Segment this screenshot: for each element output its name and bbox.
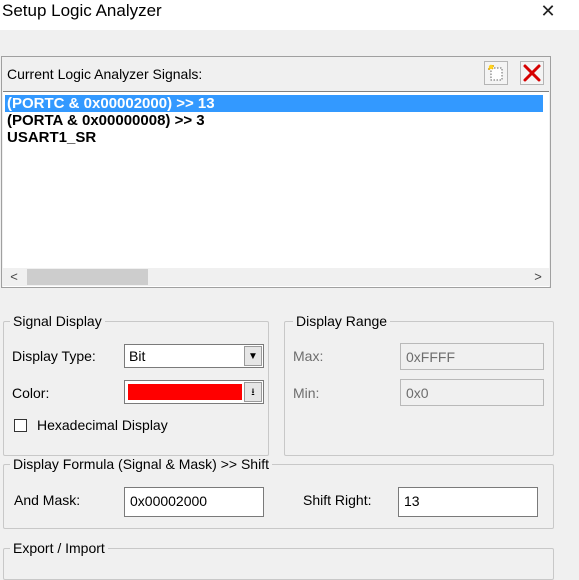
signals-header-label: Current Logic Analyzer Signals: [7,66,203,82]
export-import-legend: Export / Import [10,540,108,557]
hex-display-label: Hexadecimal Display [37,417,168,433]
title-bar: Setup Logic Analyzer ✕ [0,0,579,30]
display-formula-group: Display Formula (Signal & Mask) >> Shift… [3,456,554,529]
down-arrow-icon[interactable]: ⭳ [244,382,262,402]
chevron-down-icon[interactable]: ▼ [244,346,262,366]
display-range-group: Display Range Max: 0xFFFF Min: 0x0 [284,313,554,456]
and-mask-label: And Mask: [14,492,81,508]
scroll-left-button[interactable]: < [5,268,23,286]
signal-list-item[interactable]: USART1_SR [5,129,98,146]
signals-listbox[interactable]: (PORTC & 0x00002000) >> 13 (PORTA & 0x00… [3,91,549,287]
delete-signal-button[interactable] [520,61,544,85]
close-button[interactable]: ✕ [536,0,560,22]
shift-right-field[interactable]: 13 [398,487,538,517]
max-label: Max: [293,348,324,364]
display-type-select[interactable]: Bit ▼ [124,344,264,368]
delete-icon [523,64,541,82]
export-import-group: Export / Import [3,540,554,580]
window-title: Setup Logic Analyzer [2,1,162,20]
signal-list-item[interactable]: (PORTA & 0x00000008) >> 3 [5,112,207,129]
shift-right-label: Shift Right: [303,492,372,508]
display-type-label: Display Type: [12,348,96,364]
horizontal-scrollbar[interactable]: < > [3,268,549,286]
color-select[interactable]: ⭳ [124,380,264,404]
min-label: Min: [293,385,320,401]
new-signal-icon [488,64,503,81]
display-type-value: Bit [129,348,146,364]
new-signal-button[interactable] [484,61,508,85]
scroll-right-button[interactable]: > [529,268,547,286]
hex-display-checkbox[interactable] [14,419,27,432]
display-formula-legend: Display Formula (Signal & Mask) >> Shift [10,456,272,473]
signals-panel: Current Logic Analyzer Signals: (PORTC &… [1,56,551,288]
scroll-thumb[interactable] [27,269,148,285]
display-range-legend: Display Range [293,313,391,330]
signal-display-group: Signal Display Display Type: Bit ▼ Color… [3,313,269,456]
color-swatch [128,384,242,400]
min-field[interactable]: 0x0 [400,379,544,406]
signal-list-item[interactable]: (PORTC & 0x00002000) >> 13 [5,95,543,112]
max-field[interactable]: 0xFFFF [400,343,544,370]
and-mask-field[interactable]: 0x00002000 [124,487,264,517]
signal-display-legend: Signal Display [10,313,105,330]
color-label: Color: [12,385,50,401]
